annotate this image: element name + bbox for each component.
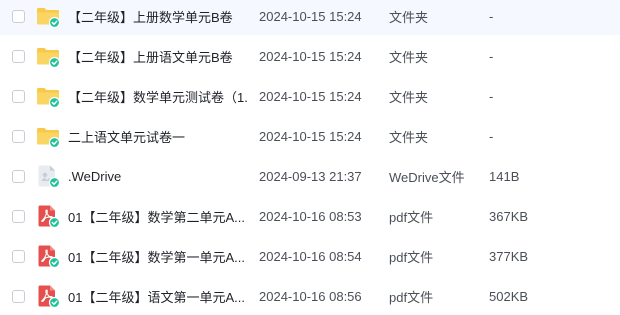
file-modified-date: 2024-10-15 15:24: [259, 88, 362, 104]
file-modified-date: 2024-10-16 08:56: [259, 288, 362, 304]
row-checkbox[interactable]: [12, 289, 25, 303]
file-name[interactable]: 01【二年级】语文第一单元A...: [68, 287, 248, 306]
file-name[interactable]: 【二年级】上册数学单元B卷: [68, 7, 248, 26]
file-row[interactable]: .WeDrive 2024-09-13 21:37 WeDrive文件 141B: [0, 157, 620, 195]
synced-file-icon[interactable]: [36, 164, 60, 188]
file-row[interactable]: 01【二年级】数学第一单元A... 2024-10-16 08:54 pdf文件…: [0, 237, 620, 275]
pdf-file-icon[interactable]: [36, 244, 60, 268]
file-size: -: [489, 8, 494, 24]
file-type: 文件夹: [389, 89, 429, 105]
row-checkbox[interactable]: [12, 49, 25, 63]
file-modified-date: 2024-10-15 15:24: [259, 8, 362, 24]
row-checkbox[interactable]: [12, 129, 25, 143]
file-type: pdf文件: [389, 209, 434, 225]
file-type: 文件夹: [389, 49, 429, 65]
shared-folder-icon[interactable]: [36, 84, 60, 108]
file-name[interactable]: 01【二年级】数学第一单元A...: [68, 247, 248, 266]
file-type: 文件夹: [389, 9, 429, 25]
file-modified-date: 2024-10-15 15:24: [259, 128, 362, 144]
shared-folder-icon[interactable]: [36, 124, 60, 148]
file-row[interactable]: 【二年级】上册数学单元B卷 2024-10-15 15:24 文件夹 -: [0, 0, 620, 35]
shared-folder-icon[interactable]: [36, 44, 60, 68]
row-checkbox[interactable]: [12, 169, 25, 183]
row-checkbox[interactable]: [12, 89, 25, 103]
file-list: 【二年级】上册数学单元B卷 2024-10-15 15:24 文件夹 - 【二年…: [0, 0, 620, 314]
row-checkbox[interactable]: [12, 9, 25, 23]
file-name[interactable]: 01【二年级】数学第二单元A...: [68, 207, 248, 226]
file-name[interactable]: 二上语文单元试卷一: [68, 127, 248, 146]
file-name[interactable]: 【二年级】上册语文单元B卷: [68, 47, 248, 66]
file-row[interactable]: 【二年级】上册语文单元B卷 2024-10-15 15:24 文件夹 -: [0, 37, 620, 75]
file-size: -: [489, 88, 494, 104]
file-type: 文件夹: [389, 129, 429, 145]
row-checkbox[interactable]: [12, 249, 25, 263]
file-row[interactable]: 二上语文单元试卷一 2024-10-15 15:24 文件夹 -: [0, 117, 620, 155]
shared-folder-icon[interactable]: [36, 4, 60, 28]
file-modified-date: 2024-09-13 21:37: [259, 168, 362, 184]
file-modified-date: 2024-10-15 15:24: [259, 48, 362, 64]
pdf-file-icon[interactable]: [36, 204, 60, 228]
file-size: -: [489, 128, 494, 144]
file-size: 502KB: [489, 288, 529, 304]
file-modified-date: 2024-10-16 08:53: [259, 208, 362, 224]
file-row[interactable]: 01【二年级】语文第一单元A... 2024-10-16 08:56 pdf文件…: [0, 277, 620, 315]
file-modified-date: 2024-10-16 08:54: [259, 248, 362, 264]
file-size: 367KB: [489, 208, 529, 224]
file-size: 377KB: [489, 248, 529, 264]
pdf-file-icon[interactable]: [36, 284, 60, 308]
file-row[interactable]: 01【二年级】数学第二单元A... 2024-10-16 08:53 pdf文件…: [0, 197, 620, 235]
file-row[interactable]: 【二年级】数学单元测试卷（1... 2024-10-15 15:24 文件夹 -: [0, 77, 620, 115]
file-name[interactable]: .WeDrive: [68, 169, 248, 184]
row-checkbox[interactable]: [12, 209, 25, 223]
file-type: WeDrive文件: [389, 169, 465, 185]
file-size: 141B: [489, 168, 520, 184]
file-name[interactable]: 【二年级】数学单元测试卷（1...: [68, 87, 248, 106]
file-type: pdf文件: [389, 289, 434, 305]
file-type: pdf文件: [389, 249, 434, 265]
file-size: -: [489, 48, 494, 64]
